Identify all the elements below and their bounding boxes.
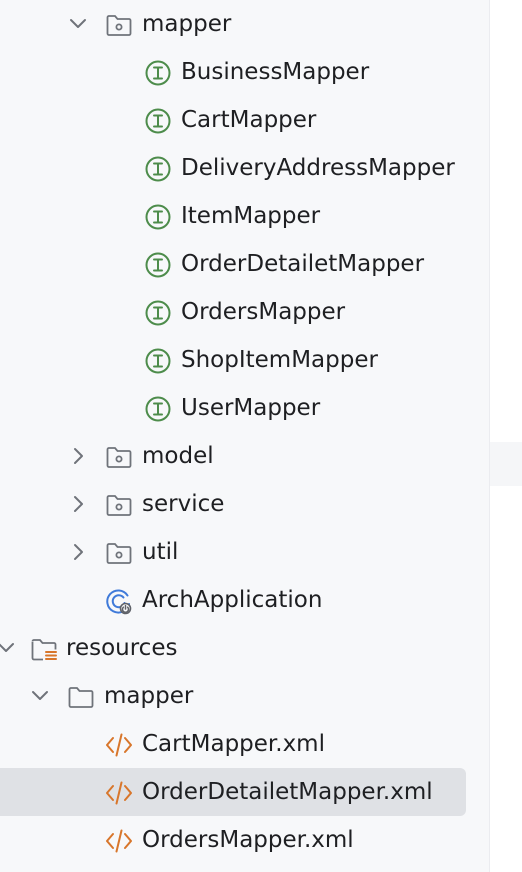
tree-row-label: util <box>142 539 179 565</box>
chevron-right-icon[interactable] <box>66 444 90 468</box>
interface-icon <box>144 299 172 327</box>
chevron-right-icon[interactable] <box>66 492 90 516</box>
resources-folder-icon <box>30 635 58 663</box>
tree-row-service-package[interactable]: service <box>0 480 489 528</box>
tree-row-item-mapper[interactable]: ItemMapper <box>0 192 489 240</box>
tree-row-label: service <box>142 491 225 517</box>
tree-row-mapper-package[interactable]: mapper <box>0 0 489 48</box>
interface-icon <box>144 347 172 375</box>
tree-row-label: resources <box>66 635 178 661</box>
chevron-down-icon[interactable] <box>66 12 90 36</box>
tree-row-label: DeliveryAddressMapper <box>181 155 455 181</box>
interface-icon <box>144 251 172 279</box>
interface-icon <box>144 203 172 231</box>
editor-gutter <box>490 0 522 872</box>
xml-file-icon <box>105 827 133 855</box>
interface-icon <box>144 155 172 183</box>
tree-row-label: ArchApplication <box>142 587 323 613</box>
tree-row-delivery-address-mapper[interactable]: DeliveryAddressMapper <box>0 144 489 192</box>
package-folder-icon <box>105 11 133 39</box>
tree-row-order-detailet-mapper-xml[interactable]: OrderDetailetMapper.xml <box>0 768 489 816</box>
project-tree-panel: mapper BusinessMapper CartMapper Deliver… <box>0 0 490 872</box>
tree-row-label: ItemMapper <box>181 203 321 229</box>
tree-row-resources-folder[interactable]: resources <box>0 624 489 672</box>
package-folder-icon <box>105 539 133 567</box>
interface-icon <box>144 107 172 135</box>
tree-row-util-package[interactable]: util <box>0 528 489 576</box>
xml-file-icon <box>105 779 133 807</box>
interface-icon <box>144 395 172 423</box>
folder-icon <box>67 683 95 711</box>
tree-row-mapper-folder[interactable]: mapper <box>0 672 489 720</box>
chevron-right-icon[interactable] <box>66 540 90 564</box>
tree-row-orders-mapper-xml[interactable]: OrdersMapper.xml <box>0 816 489 864</box>
tree-row-label: ShopItemMapper <box>181 347 378 373</box>
gutter-highlight <box>490 442 522 486</box>
tree-row-user-mapper[interactable]: UserMapper <box>0 384 489 432</box>
tree-row-label: BusinessMapper <box>181 59 370 85</box>
tree-row-shop-item-mapper[interactable]: ShopItemMapper <box>0 336 489 384</box>
tree-row-model-package[interactable]: model <box>0 432 489 480</box>
xml-file-icon <box>105 731 133 759</box>
tree-row-cart-mapper[interactable]: CartMapper <box>0 96 489 144</box>
tree-row-order-detailet-mapper[interactable]: OrderDetailetMapper <box>0 240 489 288</box>
spring-boot-app-icon <box>105 587 133 615</box>
package-folder-icon <box>105 491 133 519</box>
tree-row-label: CartMapper.xml <box>142 731 325 757</box>
tree-row-orders-mapper[interactable]: OrdersMapper <box>0 288 489 336</box>
tree-row-label: OrdersMapper <box>181 299 346 325</box>
tree-row-cart-mapper-xml[interactable]: CartMapper.xml <box>0 720 489 768</box>
tree-row-label: model <box>142 443 214 469</box>
tree-row-label: OrderDetailetMapper <box>181 251 425 277</box>
package-folder-icon <box>105 443 133 471</box>
tree-row-label: OrderDetailetMapper.xml <box>142 779 433 805</box>
tree-row-label: mapper <box>104 683 194 709</box>
chevron-down-icon[interactable] <box>28 684 52 708</box>
tree-row-label: CartMapper <box>181 107 317 133</box>
tree-row-arch-application[interactable]: ArchApplication <box>0 576 489 624</box>
tree-row-label: mapper <box>142 11 232 37</box>
tree-row-label: OrdersMapper.xml <box>142 827 354 853</box>
tree-row-label: UserMapper <box>181 395 321 421</box>
tree-row-business-mapper[interactable]: BusinessMapper <box>0 48 489 96</box>
interface-icon <box>144 59 172 87</box>
chevron-down-icon[interactable] <box>0 636 18 660</box>
